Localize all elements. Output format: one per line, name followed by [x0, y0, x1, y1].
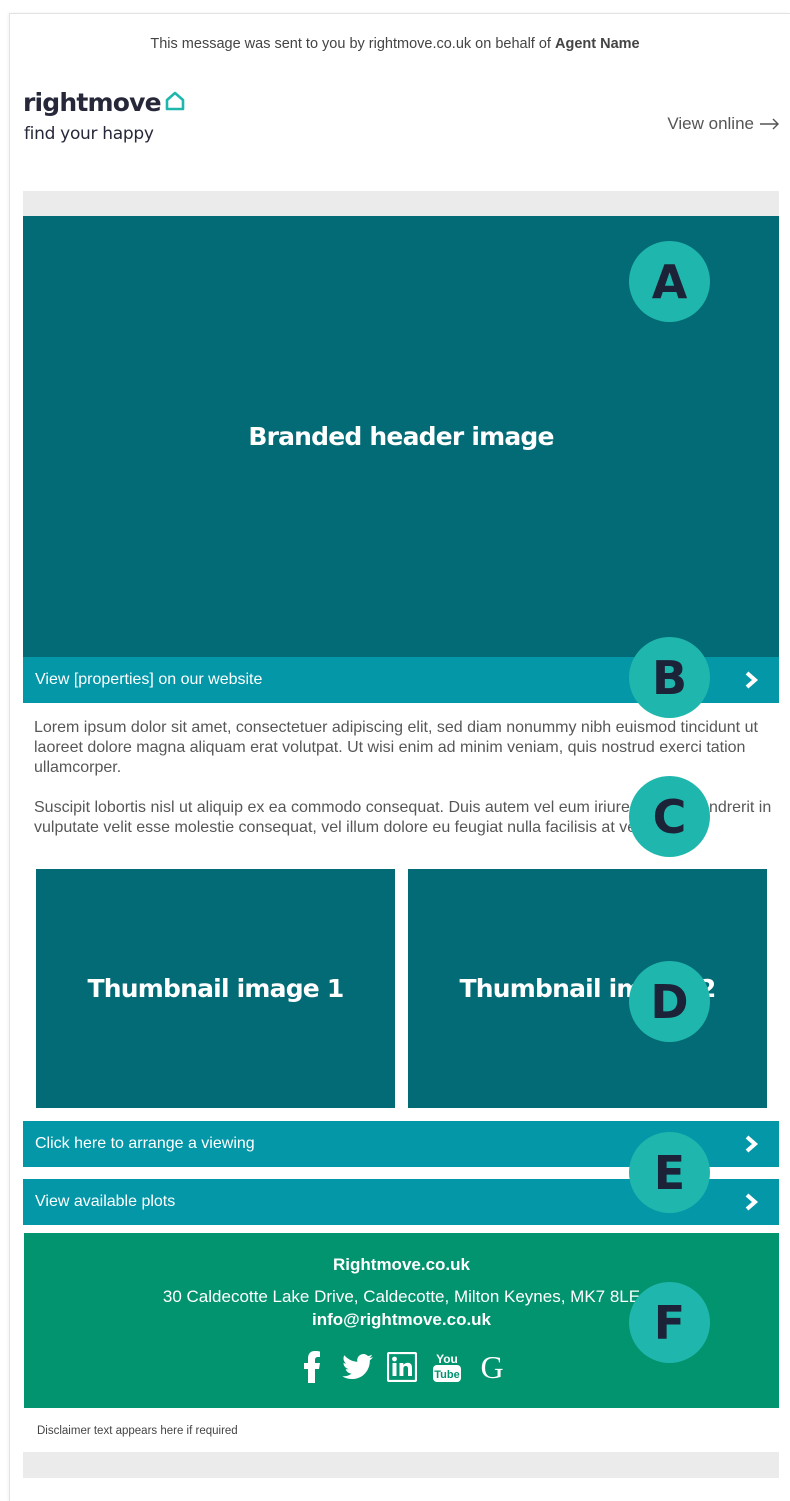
- arrow-right-icon: [760, 118, 779, 130]
- rightmove-logo[interactable]: rightmove find your happy: [23, 88, 203, 150]
- house-outline-icon: [165, 91, 185, 111]
- chevron-right-icon: [745, 1193, 759, 1211]
- marker-e: E: [629, 1132, 710, 1213]
- youtube-text-bottom: Tube: [434, 1369, 459, 1381]
- footer-company: Rightmove.co.uk: [333, 1255, 470, 1274]
- logo-tagline: find your happy: [24, 124, 154, 144]
- logo-wordmark: rightmove: [23, 88, 162, 117]
- google-icon[interactable]: G: [476, 1350, 508, 1384]
- youtube-text-top: You: [436, 1352, 458, 1366]
- thumbnail-1-label: Thumbnail image 1: [87, 974, 345, 1003]
- spacer-bar-bottom: [23, 1452, 779, 1478]
- view-properties-label: View [properties] on our website: [35, 671, 263, 688]
- thumbnail-image-1[interactable]: Thumbnail image 1: [36, 869, 395, 1108]
- youtube-icon[interactable]: You Tube: [431, 1350, 463, 1384]
- twitter-icon[interactable]: [341, 1350, 373, 1384]
- preheader-text: This message was sent to you by rightmov…: [150, 36, 551, 52]
- view-plots-label: View available plots: [35, 1193, 176, 1210]
- header-image-label: Branded header image: [248, 422, 554, 451]
- preheader: This message was sent to you by rightmov…: [0, 36, 790, 52]
- spacer-bar-top: [23, 191, 779, 216]
- chevron-right-icon: [745, 671, 759, 689]
- google-letter: G: [480, 1351, 503, 1383]
- marker-a: A: [629, 241, 710, 322]
- marker-c: C: [629, 776, 710, 857]
- marker-d: D: [629, 961, 710, 1042]
- view-online-label: View online: [667, 114, 754, 133]
- thumbnail-image-2[interactable]: Thumbnail image 2: [408, 869, 767, 1108]
- body-paragraph-1: Lorem ipsum dolor sit amet, consectetuer…: [34, 719, 758, 776]
- marker-b: B: [629, 637, 710, 718]
- chevron-right-icon: [745, 1135, 759, 1153]
- arrange-viewing-label: Click here to arrange a viewing: [35, 1135, 255, 1152]
- view-online-link[interactable]: View online: [667, 114, 780, 134]
- linkedin-icon[interactable]: [386, 1350, 418, 1384]
- facebook-icon[interactable]: [296, 1350, 328, 1384]
- agent-name: Agent Name: [555, 36, 640, 52]
- marker-f: F: [629, 1282, 710, 1363]
- disclaimer-text: Disclaimer text appears here if required: [37, 1425, 238, 1437]
